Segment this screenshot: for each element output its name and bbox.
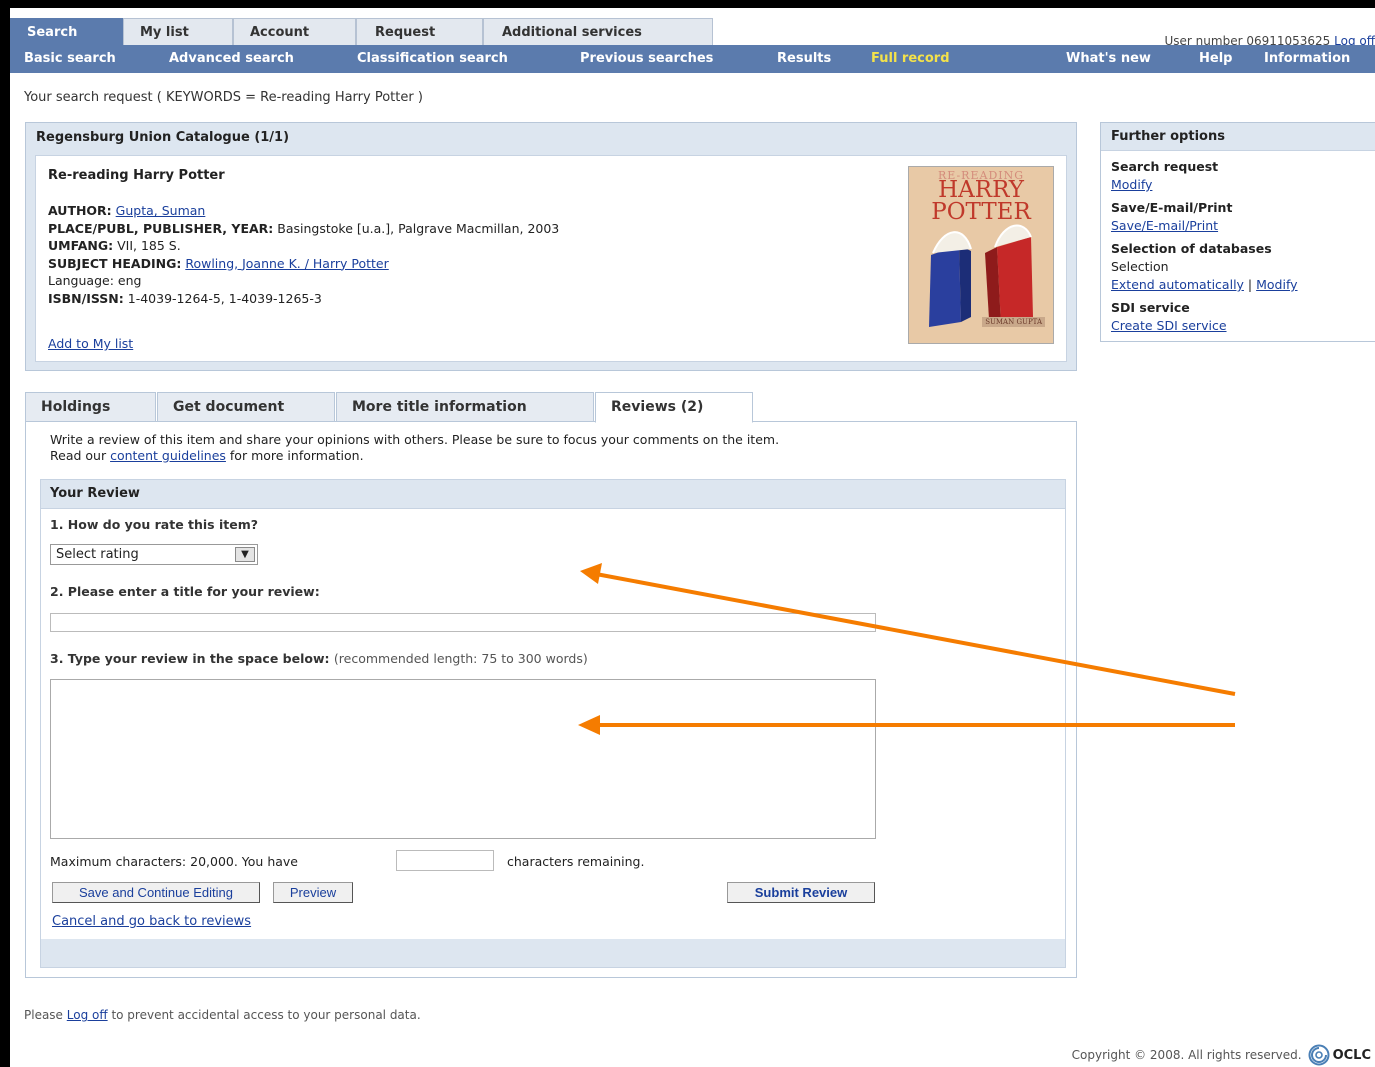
fo-selection-db: Selection of databases [1111,241,1272,256]
language-value: eng [117,273,142,288]
reviews-panel: Write a review of this item and share yo… [25,421,1077,978]
logoff-notice: Please Log off to prevent accidental acc… [24,1008,421,1022]
your-review-header: Your Review [41,480,1065,509]
intro-pre: Read our [50,448,111,463]
fo-save-link[interactable]: Save/E-mail/Print [1111,218,1218,233]
isbn-label: ISBN/ISSN: [48,290,124,306]
umfang-value: VII, 185 S. [117,238,181,253]
subject-label: SUBJECT HEADING: [48,255,182,271]
review-length-note: (recommended length: 75 to 300 words) [333,651,588,666]
tab-get-document[interactable]: Get document [157,392,335,422]
book-cover: RE-READING HARRY POTTER SUMAN GUPTA [908,166,1054,344]
content-guidelines-link[interactable]: content guidelines [110,448,226,463]
record-title: Re-reading Harry Potter [48,168,225,183]
search-request: Your search request ( KEYWORDS = Re-read… [24,90,423,105]
tab-holdings[interactable]: Holdings [25,392,156,422]
fo-selection: Selection [1111,259,1169,274]
fo-create-sdi-link[interactable]: Create SDI service [1111,318,1227,333]
nav-previous-searches[interactable]: Previous searches [580,45,713,73]
chars-remaining-field [396,850,494,871]
oclc-logo-icon [1308,1044,1330,1066]
intro-line2: Read our content guidelines for more inf… [50,448,1050,464]
rating-question: 1. How do you rate this item? [50,517,258,532]
nav-advanced-search[interactable]: Advanced search [169,45,294,73]
nav-classification-search[interactable]: Classification search [357,45,508,73]
copyright: Copyright © 2008. All rights reserved. O… [1072,1044,1371,1066]
tab-my-list[interactable]: My list [123,18,233,45]
tab-account[interactable]: Account [233,18,356,45]
add-to-my-list-link[interactable]: Add to My list [48,336,133,351]
cover-author: SUMAN GUPTA [982,317,1045,327]
tab-reviews[interactable]: Reviews (2) [595,392,753,423]
your-review-box: Your Review 1. How do you rate this item… [40,479,1066,968]
nav-information[interactable]: Information [1264,45,1350,73]
copyright-text: Copyright © 2008. All rights reserved. [1071,1048,1302,1062]
footer-logoff-link[interactable]: Log off [67,1008,108,1022]
record-fields: AUTHOR: Gupta, Suman PLACE/PUBL, PUBLISH… [48,202,559,307]
footer-post: to prevent accidental access to your per… [107,1008,421,1022]
fo-extend-row: Extend automatically | Modify [1111,277,1298,292]
fo-extend-link[interactable]: Extend automatically [1111,277,1244,292]
fo-save-label: Save/E-mail/Print [1111,200,1233,215]
nav-results[interactable]: Results [777,45,831,73]
nav-help[interactable]: Help [1199,45,1232,73]
author-label: AUTHOR: [48,203,112,218]
review-title-input[interactable] [50,613,876,632]
top-tab-bar: Search My list Account Request Additiona… [10,18,1375,48]
further-options-header: Further options [1101,123,1375,151]
review-intro: Write a review of this item and share yo… [50,432,1050,464]
review-form: 1. How do you rate this item? Select rat… [41,509,1065,939]
rating-select[interactable]: Select rating ▼ [50,544,258,565]
fo-modify-link[interactable]: Modify [1111,177,1152,192]
subject-link[interactable]: Rowling, Joanne K. / Harry Potter [185,256,388,271]
intro-line1: Write a review of this item and share yo… [50,432,780,447]
review-textarea[interactable] [50,679,876,839]
author-link[interactable]: Gupta, Suman [116,203,206,218]
fo-search-request: Search request [1111,159,1219,174]
tab-search[interactable]: Search [10,18,123,45]
max-chars-label: Maximum characters: 20,000. You have [50,854,298,869]
catalogue-panel: Regensburg Union Catalogue (1/1) Re-read… [25,122,1077,371]
nav-bar: Basic search Advanced search Classificat… [10,45,1375,73]
chars-remaining-label: characters remaining. [507,854,645,869]
title-question: 2. Please enter a title for your review: [50,584,320,599]
intro-post: for more information. [225,448,364,463]
isbn-value: 1-4039-1264-5, 1-4039-1265-3 [127,290,322,306]
nav-full-record[interactable]: Full record [871,45,950,73]
fo-sdi: SDI service [1111,300,1190,315]
review-text-question: 3. Type your review in the space below: … [50,651,588,666]
oclc-logo: OCLC [1308,1044,1371,1066]
fo-separator: | [1247,277,1253,292]
save-continue-button[interactable]: Save and Continue Editing [52,882,260,903]
place-label: PLACE/PUBL, PUBLISHER, YEAR: [48,220,274,236]
place-value: Basingstoke [u.a.], Palgrave Macmillan, … [277,220,560,236]
oclc-logo-text: OCLC [1332,1047,1371,1063]
preview-button[interactable]: Preview [273,882,353,903]
catalogue-header: Regensburg Union Catalogue (1/1) [36,130,290,145]
page: Search My list Account Request Additiona… [10,8,1375,1067]
cancel-link[interactable]: Cancel and go back to reviews [52,914,251,929]
language-label: Language: [48,273,114,288]
record-body: Re-reading Harry Potter AUTHOR: Gupta, S… [35,155,1067,362]
footer-pre: Please [24,1008,67,1022]
tab-more-title-information[interactable]: More title information [336,392,594,422]
submit-review-button[interactable]: Submit Review [727,882,875,903]
chevron-down-icon[interactable]: ▼ [235,547,255,562]
nav-basic-search[interactable]: Basic search [24,45,116,73]
umfang-label: UMFANG: [48,238,114,253]
review-text-label: 3. Type your review in the space below: [50,651,330,666]
rating-select-value: Select rating [56,547,139,562]
tab-request[interactable]: Request [356,18,483,45]
tab-additional-services[interactable]: Additional services [483,18,713,45]
nav-whats-new[interactable]: What's new [1066,45,1151,73]
fo-modify2-link[interactable]: Modify [1256,277,1297,292]
further-options-panel: Further options Search request Modify Sa… [1100,122,1375,342]
